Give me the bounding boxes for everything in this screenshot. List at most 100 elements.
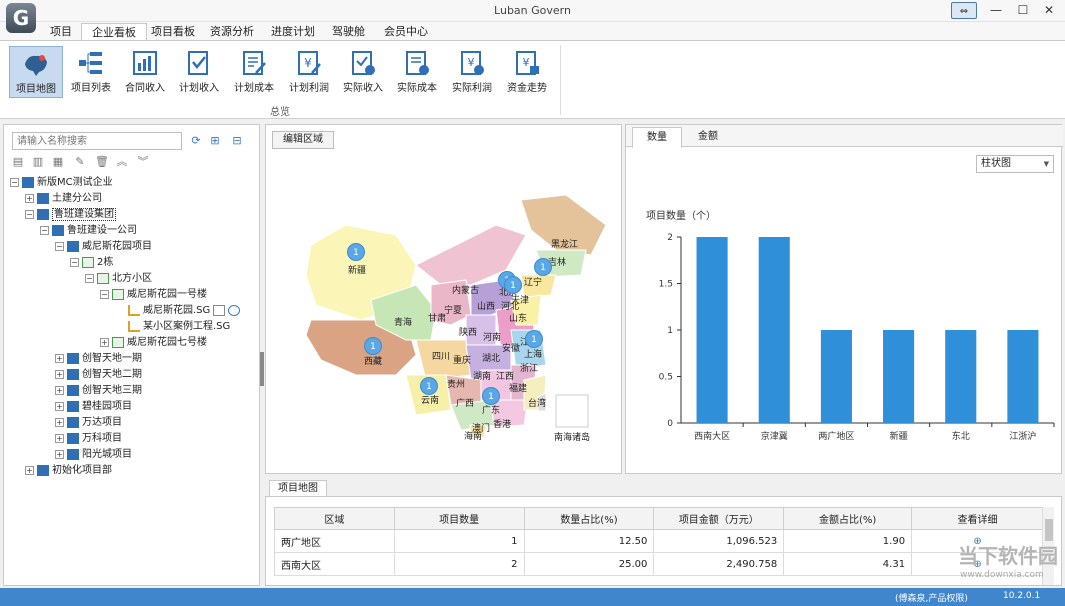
collapse-icon[interactable]: −	[55, 241, 64, 251]
status-bar: (傅森泉,产品权限) 10.2.0.1	[0, 588, 1065, 606]
add-node-icon[interactable]: ▤	[12, 156, 24, 168]
ribbon-cash-flow-button[interactable]: ¥ 资金走势	[500, 46, 554, 98]
tree-node[interactable]: + 威尼斯花园七号楼	[100, 335, 207, 351]
menu-tab-resource-analysis[interactable]: 资源分析	[200, 23, 264, 41]
bar[interactable]	[945, 330, 977, 423]
tree-node[interactable]: − 鲁班建设一公司	[40, 223, 137, 239]
y-tick-label: 2	[667, 233, 673, 243]
tab-amount[interactable]: 金额	[684, 127, 732, 148]
tree-node[interactable]: −2栋	[70, 255, 113, 271]
swap-icon[interactable]: ⇔	[951, 2, 977, 19]
ribbon-contract-income-button[interactable]: 合同收入	[118, 46, 172, 98]
project-icon	[67, 416, 79, 428]
expand-icon[interactable]: +	[55, 385, 64, 395]
map-pin[interactable]: 1	[534, 258, 552, 276]
menu-tab-cockpit[interactable]: 驾驶舱	[322, 23, 375, 41]
expand-icon[interactable]: +	[25, 193, 34, 203]
collapse-icon[interactable]: −	[10, 177, 19, 187]
expand-all-icon[interactable]: ⊞	[209, 135, 221, 147]
ribbon-actual-profit-button[interactable]: ¥ 实际利润	[445, 46, 499, 98]
plan-profit-icon: ¥	[295, 49, 323, 77]
map-pin[interactable]: 1	[420, 377, 438, 395]
menu-tab-project-board[interactable]: 项目看板	[141, 23, 205, 41]
ribbon-actual-cost-button[interactable]: 实际成本	[390, 46, 444, 98]
col-region[interactable]: 区域	[274, 507, 395, 530]
menu-tab-schedule[interactable]: 进度计划	[261, 23, 325, 41]
refresh-icon[interactable]: ⟳	[190, 135, 202, 147]
tree-node[interactable]: + 初始化项目部	[25, 463, 112, 479]
search-input[interactable]	[12, 132, 182, 150]
menu-tab-project[interactable]: 项目	[40, 23, 82, 41]
bar[interactable]	[883, 330, 915, 423]
ribbon-planned-cost-button[interactable]: 计划成本	[227, 46, 281, 98]
map-pin[interactable]: 1	[347, 243, 365, 261]
edit-icon[interactable]: ✎	[74, 156, 86, 168]
menu-tab-enterprise-board[interactable]: 企业看板	[81, 23, 147, 41]
minimize-icon[interactable]: —	[983, 2, 1009, 19]
tree-node[interactable]: 威尼斯花园.SG	[128, 303, 243, 319]
expand-icon[interactable]: +	[55, 353, 64, 363]
add-child-icon[interactable]: ▥	[32, 156, 44, 168]
move-up-icon[interactable]: ︽	[116, 156, 128, 168]
bar[interactable]	[696, 237, 728, 423]
tree-node[interactable]: + 土建分公司	[25, 191, 102, 207]
col-amount-ratio[interactable]: 金额占比(%)	[783, 507, 913, 530]
ribbon-project-list-button[interactable]: 项目列表	[64, 46, 118, 98]
ribbon-group-label: 总览	[270, 107, 290, 118]
scroll-thumb[interactable]	[1045, 519, 1053, 541]
collapse-icon[interactable]: −	[70, 257, 79, 267]
col-detail[interactable]: 查看详细	[911, 507, 1044, 530]
tree-node[interactable]: − 威尼斯花园项目	[55, 239, 152, 255]
delete-icon[interactable]: 🗑	[95, 156, 109, 168]
map-pin[interactable]: 1	[482, 387, 500, 405]
expand-icon[interactable]: +	[55, 401, 64, 411]
bar[interactable]	[1007, 330, 1039, 423]
expand-icon[interactable]: +	[25, 465, 34, 475]
tree-node[interactable]: 某小区案例工程.SG	[128, 319, 230, 335]
expand-icon[interactable]: +	[100, 337, 109, 347]
tree-node[interactable]: + 创智天地三期	[55, 383, 142, 399]
status-user: (傅森泉,产品权限)	[895, 594, 968, 604]
close-icon[interactable]: ✕	[1036, 2, 1062, 19]
expand-icon[interactable]: +	[55, 369, 64, 379]
tree-node[interactable]: − 新版MC测试企业	[10, 175, 113, 191]
expand-icon[interactable]: +	[55, 449, 64, 459]
expand-icon[interactable]: +	[55, 417, 64, 427]
collapse-all-icon[interactable]: ⊟	[231, 135, 243, 147]
add-project-icon[interactable]: ▦	[52, 156, 64, 168]
ribbon-project-map-button[interactable]: 项目地图	[9, 46, 63, 98]
collapse-icon[interactable]: −	[25, 209, 34, 219]
col-count[interactable]: 项目数量	[393, 507, 525, 530]
map-pin[interactable]: 1	[504, 276, 522, 294]
col-count-ratio[interactable]: 数量占比(%)	[523, 507, 655, 530]
document-icon[interactable]	[213, 304, 226, 316]
tab-count[interactable]: 数量	[632, 127, 682, 148]
map-pin[interactable]: 1	[525, 330, 543, 348]
col-amount[interactable]: 项目金额（万元）	[653, 507, 785, 530]
tree-node[interactable]: + 万科项目	[55, 431, 122, 447]
ribbon-planned-profit-button[interactable]: ¥ 计划利润	[282, 46, 336, 98]
map-pin[interactable]: 1	[364, 337, 382, 355]
tree-node[interactable]: + 创智天地二期	[55, 367, 142, 383]
tree-node[interactable]: − 北方小区	[85, 271, 152, 287]
ribbon-planned-income-button[interactable]: 计划收入	[172, 46, 226, 98]
ribbon-actual-income-button[interactable]: 实际收入	[336, 46, 390, 98]
move-down-icon[interactable]: ︾	[137, 156, 149, 168]
maximize-icon[interactable]: ☐	[1010, 2, 1036, 19]
collapse-icon[interactable]: −	[85, 273, 94, 283]
link-icon[interactable]	[228, 304, 241, 316]
expand-icon[interactable]: +	[55, 433, 64, 443]
bar[interactable]	[820, 330, 852, 423]
pane-splitter[interactable]	[260, 352, 264, 386]
tree-node[interactable]: − 威尼斯花园一号楼	[100, 287, 207, 303]
tree-node[interactable]: + 阳光城项目	[55, 447, 132, 463]
app-logo[interactable]: G	[6, 3, 36, 33]
tree-node[interactable]: − 鲁班建设集团	[25, 207, 116, 223]
collapse-icon[interactable]: −	[100, 289, 109, 299]
tree-node[interactable]: + 创智天地一期	[55, 351, 142, 367]
menu-tab-member-center[interactable]: 会员中心	[374, 23, 438, 41]
tree-node[interactable]: + 万达项目	[55, 415, 122, 431]
tree-node[interactable]: + 碧桂园项目	[55, 399, 132, 415]
bar[interactable]	[758, 237, 790, 423]
collapse-icon[interactable]: −	[40, 225, 49, 235]
